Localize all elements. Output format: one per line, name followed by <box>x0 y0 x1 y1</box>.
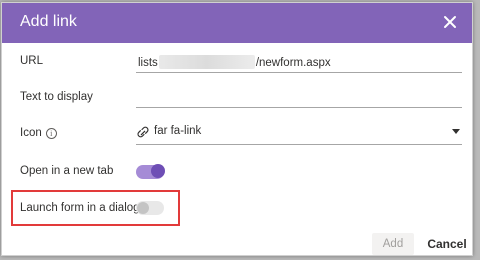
toggle-knob <box>137 202 149 214</box>
icon-select[interactable]: far fa-link <box>136 124 462 144</box>
icon-select-value: far fa-link <box>154 125 202 137</box>
url-value-suffix: /newform.aspx <box>255 57 331 69</box>
open-new-tab-label: Open in a new tab <box>20 165 114 177</box>
icon-label: Icon i <box>20 127 57 139</box>
launch-dialog-label: Launch form in a dialog <box>20 202 140 214</box>
display-text-input[interactable] <box>136 87 462 107</box>
icon-underline <box>136 144 462 145</box>
display-text-underline <box>136 107 462 108</box>
url-underline <box>136 72 462 73</box>
add-button[interactable]: Add <box>372 233 414 255</box>
url-input[interactable]: lists/newform.aspx <box>138 55 331 69</box>
close-icon[interactable] <box>442 14 458 30</box>
launch-dialog-toggle[interactable] <box>136 201 164 215</box>
url-label: URL <box>20 55 44 67</box>
cancel-button[interactable]: Cancel <box>423 233 471 255</box>
icon-label-text: Icon <box>20 127 42 139</box>
toggle-knob <box>151 164 165 178</box>
link-icon <box>136 126 150 138</box>
url-value-prefix: lists <box>138 57 158 69</box>
info-icon[interactable]: i <box>45 128 57 139</box>
display-text-label: Text to display <box>20 91 93 103</box>
open-new-tab-toggle[interactable] <box>136 164 165 179</box>
url-redacted <box>158 55 255 69</box>
add-link-dialog: Add link URL lists/newform.aspx Text to … <box>1 2 473 256</box>
dialog-title: Add link <box>20 13 77 30</box>
chevron-down-icon[interactable] <box>452 129 460 134</box>
dialog-titlebar: Add link <box>2 3 472 43</box>
